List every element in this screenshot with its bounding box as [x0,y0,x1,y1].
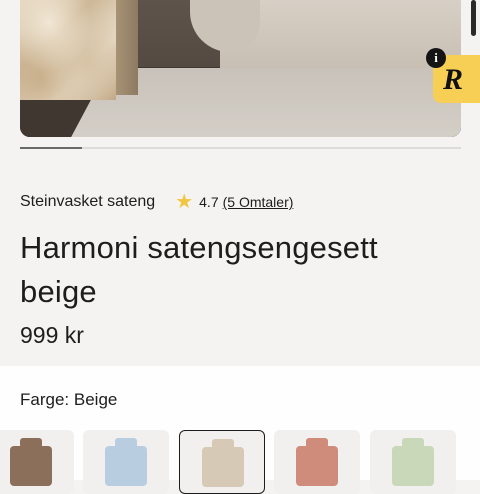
info-icon[interactable]: i [426,48,446,68]
swatch-duvet [202,447,244,487]
swatch-pillow [20,438,42,448]
reviews-link[interactable]: (5 Omtaler) [223,194,294,210]
swatch-pillow [306,438,328,448]
gallery-indicator [20,147,461,149]
rating-value: 4.7 [199,194,219,210]
color-swatch-blå[interactable] [83,430,169,494]
swatch-duvet [10,446,52,486]
marble-side-table [20,0,116,100]
swatch-pillow [115,438,137,448]
color-label-row: Farge: Beige [20,390,117,410]
product-meta: Steinvasket sateng ★ 4.7 (5 Omtaler) [20,190,293,214]
selected-color: Beige [73,390,118,409]
swatch-duvet [296,446,338,486]
swatch-pillow [212,439,234,449]
color-swatch-brun[interactable] [0,430,74,494]
star-icon: ★ [175,191,194,213]
swatch-duvet [105,446,147,486]
pillow [190,0,260,52]
gallery-indicator-active [20,147,82,149]
r-badge-label: R [443,63,464,96]
product-price: 999 kr [20,322,84,348]
color-label: Farge: [20,390,70,409]
scrollbar[interactable] [471,0,476,36]
color-swatch-grønn[interactable] [370,430,456,494]
collection-name: Steinvasket sateng [20,193,156,210]
swatch-duvet [392,446,434,486]
color-swatch-beige[interactable] [179,430,265,494]
color-swatch-rosa[interactable] [274,430,360,494]
swatch-pillow [402,438,424,448]
product-hero-image[interactable] [20,0,461,137]
color-panel: Farge: Beige [0,366,480,494]
marble-side-table-edge [116,0,138,95]
product-title: Harmoni satengsengesett beige [20,230,378,309]
